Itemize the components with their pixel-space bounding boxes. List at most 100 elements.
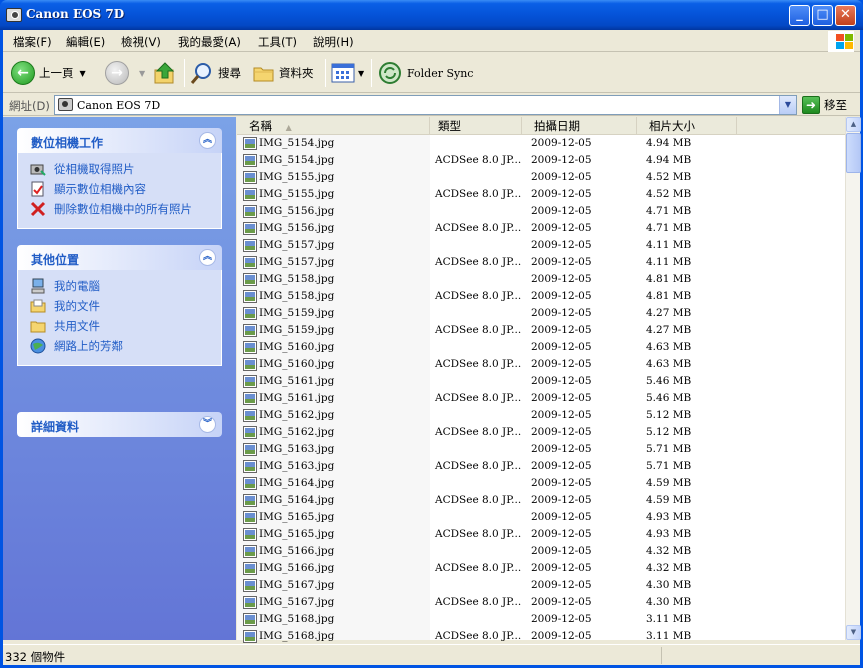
back-dropdown-icon[interactable]: ▼ — [80, 69, 86, 78]
file-type: ACDSee 8.0 JP... — [435, 426, 522, 438]
file-type: ACDSee 8.0 JP... — [435, 528, 522, 540]
file-size: 4.11 MB — [646, 256, 692, 268]
expand-icon[interactable]: ︾ — [199, 416, 216, 433]
menu-file[interactable]: 檔案(F) — [13, 34, 52, 50]
shared-documents-link[interactable]: 共用文件 — [30, 316, 221, 336]
back-button[interactable]: ← 上一頁 ▼ — [11, 59, 86, 87]
minimize-button[interactable]: _ — [789, 5, 810, 26]
file-row[interactable]: IMG_5164.jpg ACDSee 8.0 JP... 2009-12-05 4.… — [237, 492, 845, 509]
file-row[interactable]: IMG_5164.jpg 2009-12-05 4.59 MB — [237, 475, 845, 492]
file-row[interactable]: IMG_5166.jpg 2009-12-05 4.32 MB — [237, 543, 845, 560]
jpeg-file-icon — [243, 358, 257, 371]
camera-tasks-title: 數位相機工作 — [31, 136, 104, 150]
file-row[interactable]: IMG_5158.jpg ACDSee 8.0 JP... 2009-12-05 4.… — [237, 288, 845, 305]
menu-help[interactable]: 說明(H) — [313, 34, 354, 50]
jpeg-file-icon — [243, 460, 257, 473]
file-size: 4.32 MB — [646, 545, 692, 557]
file-row[interactable]: IMG_5158.jpg 2009-12-05 4.81 MB — [237, 271, 845, 288]
up-folder-button[interactable] — [153, 59, 177, 87]
file-row[interactable]: IMG_5161.jpg ACDSee 8.0 JP... 2009-12-05 5.… — [237, 390, 845, 407]
file-size: 4.52 MB — [646, 171, 692, 183]
scroll-up-icon[interactable]: ▲ — [846, 117, 861, 132]
file-row[interactable]: IMG_5165.jpg ACDSee 8.0 JP... 2009-12-05 4.… — [237, 526, 845, 543]
file-date: 2009-12-05 — [531, 443, 592, 455]
file-row[interactable]: IMG_5154.jpg 2009-12-05 4.94 MB — [237, 135, 845, 152]
collapse-icon[interactable]: ︽ — [199, 132, 216, 149]
forward-button[interactable]: → ▼ — [105, 59, 145, 87]
address-dropdown-icon[interactable]: ▼ — [779, 96, 796, 114]
file-row[interactable]: IMG_5157.jpg ACDSee 8.0 JP... 2009-12-05 4.… — [237, 254, 845, 271]
scroll-thumb[interactable] — [846, 133, 861, 173]
file-date: 2009-12-05 — [531, 307, 592, 319]
menu-tools[interactable]: 工具(T) — [258, 34, 297, 50]
delete-all-photos-link[interactable]: 刪除數位相機中的所有照片 — [30, 199, 221, 219]
column-name[interactable]: 名稱 ▲ — [237, 117, 430, 135]
file-row[interactable]: IMG_5156.jpg 2009-12-05 4.71 MB — [237, 203, 845, 220]
file-size: 4.63 MB — [646, 358, 692, 370]
file-date: 2009-12-05 — [531, 222, 592, 234]
camera-tasks-header[interactable]: 數位相機工作 ︽ — [17, 128, 222, 153]
title-bar[interactable]: Canon EOS 7D _ □ ✕ — [0, 0, 863, 30]
jpeg-file-icon — [243, 545, 257, 558]
forward-dropdown-icon[interactable]: ▼ — [139, 69, 145, 78]
file-size: 4.32 MB — [646, 562, 692, 574]
file-row[interactable]: IMG_5166.jpg ACDSee 8.0 JP... 2009-12-05 4.… — [237, 560, 845, 577]
file-row[interactable]: IMG_5168.jpg 2009-12-05 3.11 MB — [237, 611, 845, 628]
scroll-down-icon[interactable]: ▼ — [846, 625, 861, 640]
file-row[interactable]: IMG_5162.jpg 2009-12-05 5.12 MB — [237, 407, 845, 424]
file-row[interactable]: IMG_5167.jpg 2009-12-05 4.30 MB — [237, 577, 845, 594]
my-documents-link[interactable]: 我的文件 — [30, 296, 221, 316]
address-label: 網址(D) — [9, 99, 50, 113]
file-row[interactable]: IMG_5160.jpg ACDSee 8.0 JP... 2009-12-05 4.… — [237, 356, 845, 373]
search-button[interactable]: 搜尋 — [190, 59, 241, 87]
my-computer-link[interactable]: 我的電腦 — [30, 276, 221, 296]
column-size[interactable]: 相片大小 — [637, 117, 737, 135]
view-camera-content-link[interactable]: 顯示數位相機內容 — [30, 179, 221, 199]
menu-view[interactable]: 檢視(V) — [121, 34, 161, 50]
close-button[interactable]: ✕ — [835, 5, 856, 26]
column-type[interactable]: 類型 — [430, 117, 522, 135]
file-row[interactable]: IMG_5165.jpg 2009-12-05 4.93 MB — [237, 509, 845, 526]
file-row[interactable]: IMG_5162.jpg ACDSee 8.0 JP... 2009-12-05 5.… — [237, 424, 845, 441]
file-row[interactable]: IMG_5159.jpg 2009-12-05 4.27 MB — [237, 305, 845, 322]
file-row[interactable]: IMG_5163.jpg ACDSee 8.0 JP... 2009-12-05 5.… — [237, 458, 845, 475]
network-places-link[interactable]: 網路上的芳鄰 — [30, 336, 221, 356]
file-size: 4.59 MB — [646, 494, 692, 506]
file-row[interactable]: IMG_5156.jpg ACDSee 8.0 JP... 2009-12-05 4.… — [237, 220, 845, 237]
jpeg-file-icon — [243, 222, 257, 235]
vertical-scrollbar[interactable]: ▲ ▼ — [845, 117, 861, 640]
file-row[interactable]: IMG_5157.jpg 2009-12-05 4.11 MB — [237, 237, 845, 254]
jpeg-file-icon — [243, 273, 257, 286]
file-row[interactable]: IMG_5155.jpg ACDSee 8.0 JP... 2009-12-05 4.… — [237, 186, 845, 203]
folders-button[interactable]: 資料夾 — [252, 59, 314, 87]
file-row[interactable]: IMG_5163.jpg 2009-12-05 5.71 MB — [237, 441, 845, 458]
get-photos-link[interactable]: 從相機取得照片 — [30, 159, 221, 179]
file-row[interactable]: IMG_5155.jpg 2009-12-05 4.52 MB — [237, 169, 845, 186]
window-title: Canon EOS 7D — [26, 7, 125, 21]
jpeg-file-icon — [243, 324, 257, 337]
file-row[interactable]: IMG_5161.jpg 2009-12-05 5.46 MB — [237, 373, 845, 390]
views-dropdown-icon[interactable]: ▼ — [358, 69, 364, 78]
file-row[interactable]: IMG_5168.jpg ACDSee 8.0 JP... 2009-12-05 3.… — [237, 628, 845, 645]
details-header[interactable]: 詳細資料 ︾ — [17, 412, 222, 437]
other-places-header[interactable]: 其他位置 ︽ — [17, 245, 222, 270]
folders-label: 資料夾 — [279, 66, 314, 80]
menu-favorites[interactable]: 我的最愛(A) — [178, 34, 241, 50]
file-date: 2009-12-05 — [531, 562, 592, 574]
maximize-button[interactable]: □ — [812, 5, 833, 26]
file-row[interactable]: IMG_5159.jpg ACDSee 8.0 JP... 2009-12-05 4.… — [237, 322, 845, 339]
file-row[interactable]: IMG_5167.jpg ACDSee 8.0 JP... 2009-12-05 4.… — [237, 594, 845, 611]
file-name: IMG_5160.jpg — [259, 358, 335, 370]
menu-edit[interactable]: 編輯(E) — [66, 34, 105, 50]
file-name: IMG_5155.jpg — [259, 171, 335, 183]
views-button[interactable]: ▼ — [331, 59, 364, 87]
folder-sync-button[interactable]: Folder Sync — [378, 59, 473, 87]
collapse-icon[interactable]: ︽ — [199, 249, 216, 266]
file-date: 2009-12-05 — [531, 239, 592, 251]
file-row[interactable]: IMG_5154.jpg ACDSee 8.0 JP... 2009-12-05 4.… — [237, 152, 845, 169]
go-button[interactable]: ➜ 移至 — [802, 96, 847, 114]
column-date[interactable]: 拍攝日期 — [522, 117, 637, 135]
file-row[interactable]: IMG_5160.jpg 2009-12-05 4.63 MB — [237, 339, 845, 356]
file-type: ACDSee 8.0 JP... — [435, 562, 522, 574]
address-input[interactable]: Canon EOS 7D ▼ — [54, 95, 797, 115]
